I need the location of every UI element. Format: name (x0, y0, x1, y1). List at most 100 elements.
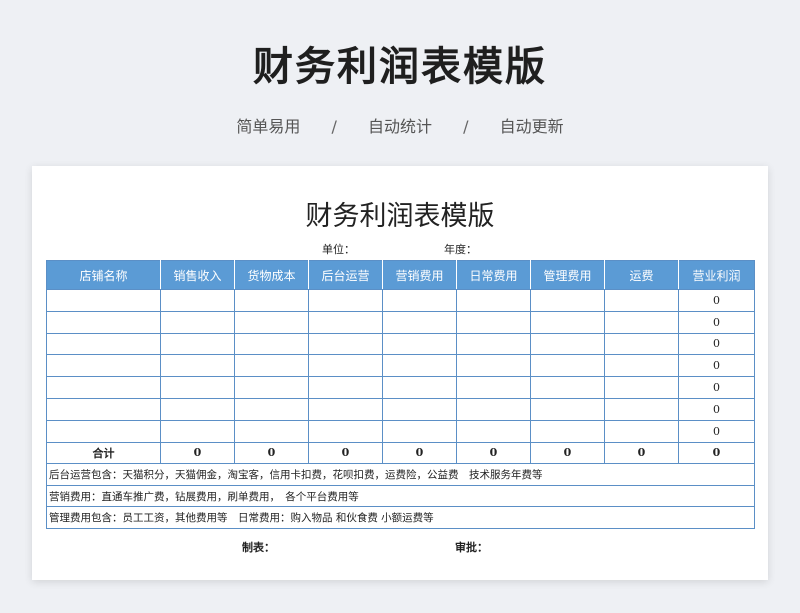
data-cell[interactable] (308, 289, 383, 312)
store-name-cell[interactable] (46, 397, 161, 421)
data-cell[interactable] (456, 310, 531, 334)
data-cell[interactable] (160, 354, 235, 378)
data-cell[interactable] (456, 397, 531, 421)
note-row: 营销费用：直通车推广费，钻展费用，刷单费用， 各个平台费用等 (46, 484, 755, 508)
note-row: 管理费用包含：员工工资，其他费用等 日常费用：购入物品 和伙食费 小额运费等 (46, 506, 755, 529)
store-name-cell[interactable] (46, 310, 161, 334)
tagline-item: 自动更新 (499, 117, 564, 136)
data-cell[interactable] (308, 376, 383, 399)
data-cell[interactable] (456, 376, 531, 399)
note-cell[interactable]: 营销费用：直通车推广费，钻展费用，刷单费用， 各个平台费用等 (46, 484, 755, 508)
note-cell[interactable]: 后台运营包含：天猫积分，天猫佣金，淘宝客，信用卡扣费，花呗扣费，运费险，公益费 … (46, 463, 755, 486)
data-cell[interactable] (456, 354, 531, 378)
table-row: 0 (46, 310, 755, 334)
data-cell[interactable]: 0 (678, 354, 755, 378)
column-header: 运费 (604, 260, 679, 290)
data-cell[interactable] (530, 289, 605, 312)
store-name-cell[interactable] (46, 419, 161, 443)
table-row: 0 (46, 376, 755, 399)
data-cell[interactable] (308, 397, 383, 421)
tagline-item: 简单易用 (236, 117, 301, 136)
data-cell[interactable] (530, 332, 605, 356)
data-cell[interactable] (160, 332, 235, 356)
data-cell[interactable] (604, 376, 679, 399)
column-header: 日常费用 (456, 260, 531, 290)
data-cell[interactable] (382, 376, 457, 399)
data-cell[interactable] (530, 354, 605, 378)
data-cell[interactable] (604, 419, 679, 443)
total-cell[interactable]: 0 (382, 441, 457, 465)
table-header-row: 店铺名称 销售收入 货物成本 后台运营 营销费用 日常费用 管理费用 运费 营业… (46, 260, 755, 290)
tagline-item: 自动统计 (367, 117, 432, 136)
store-name-cell[interactable] (46, 354, 161, 378)
tagline-separator: / (331, 117, 337, 136)
data-cell[interactable] (234, 376, 309, 399)
data-cell[interactable] (234, 397, 309, 421)
total-cell[interactable]: 0 (678, 441, 755, 465)
data-cell[interactable] (160, 376, 235, 399)
total-cell[interactable]: 0 (308, 441, 383, 465)
data-cell[interactable] (604, 332, 679, 356)
store-name-cell[interactable] (46, 289, 161, 312)
data-cell[interactable] (160, 289, 235, 312)
data-cell[interactable] (382, 419, 457, 443)
total-row: 合计 0 0 0 0 0 0 0 0 (46, 441, 755, 465)
column-header: 店铺名称 (46, 260, 161, 290)
table-row: 0 (46, 332, 755, 356)
table-row: 0 (46, 289, 755, 312)
data-cell[interactable]: 0 (678, 289, 755, 312)
data-cell[interactable] (382, 332, 457, 356)
data-cell[interactable] (308, 354, 383, 378)
data-cell[interactable]: 0 (678, 332, 755, 356)
column-header: 营业利润 (678, 260, 755, 290)
data-cell[interactable] (604, 354, 679, 378)
page-title: 财务利润表模版 (253, 44, 547, 90)
total-cell[interactable]: 0 (456, 441, 531, 465)
data-cell[interactable] (234, 419, 309, 443)
total-cell[interactable]: 0 (234, 441, 309, 465)
table-row: 0 (46, 397, 755, 421)
data-cell[interactable] (456, 332, 531, 356)
data-cell[interactable] (530, 397, 605, 421)
data-cell[interactable] (604, 289, 679, 312)
spreadsheet-card: 财务利润表模版 单位： 年度： 店铺名称 销售收入 货物成本 后台运营 营销费用… (32, 166, 768, 580)
total-cell[interactable]: 0 (160, 441, 235, 465)
data-cell[interactable] (160, 310, 235, 334)
total-cell[interactable]: 0 (530, 441, 605, 465)
data-cell[interactable] (160, 419, 235, 443)
column-header: 营销费用 (382, 260, 457, 290)
store-name-cell[interactable] (46, 376, 161, 399)
data-cell[interactable] (308, 332, 383, 356)
data-cell[interactable] (604, 310, 679, 334)
data-cell[interactable] (530, 376, 605, 399)
note-cell[interactable]: 管理费用包含：员工工资，其他费用等 日常费用：购入物品 和伙食费 小额运费等 (46, 506, 755, 529)
data-cell[interactable] (234, 289, 309, 312)
data-cell[interactable] (530, 310, 605, 334)
data-cell[interactable] (604, 397, 679, 421)
table-row: 0 (46, 419, 755, 443)
data-cell[interactable]: 0 (678, 397, 755, 421)
data-cell[interactable]: 0 (678, 310, 755, 334)
data-cell[interactable] (382, 354, 457, 378)
data-cell[interactable] (382, 310, 457, 334)
column-header: 销售收入 (160, 260, 235, 290)
total-cell[interactable]: 0 (604, 441, 679, 465)
data-cell[interactable]: 0 (678, 419, 755, 443)
table-row: 0 (46, 354, 755, 378)
data-cell[interactable] (530, 419, 605, 443)
approver-label: 审批： (455, 541, 488, 554)
data-cell[interactable] (234, 354, 309, 378)
data-cell[interactable] (456, 419, 531, 443)
total-cell[interactable]: 合计 (46, 441, 161, 465)
store-name-cell[interactable] (46, 332, 161, 356)
data-cell[interactable]: 0 (678, 376, 755, 399)
data-cell[interactable] (308, 419, 383, 443)
data-cell[interactable] (160, 397, 235, 421)
data-cell[interactable] (382, 397, 457, 421)
data-cell[interactable] (234, 332, 309, 356)
column-header: 后台运营 (308, 260, 383, 290)
data-cell[interactable] (234, 310, 309, 334)
data-cell[interactable] (308, 310, 383, 334)
data-cell[interactable] (382, 289, 457, 312)
data-cell[interactable] (456, 289, 531, 312)
